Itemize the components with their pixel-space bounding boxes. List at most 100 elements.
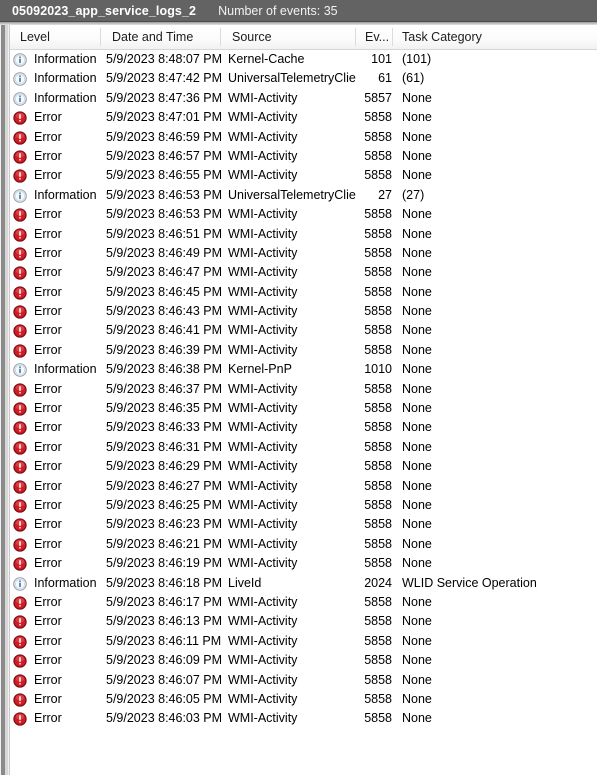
- cell-date-and-time: 5/9/2023 8:46:57 PM: [106, 148, 223, 163]
- table-row[interactable]: Error 5/9/2023 8:46:37 PM WMI-Activity 5858…: [10, 380, 597, 399]
- cell-date-and-time: 5/9/2023 8:46:47 PM: [106, 265, 223, 280]
- cell-date-and-time: 5/9/2023 8:46:55 PM: [106, 168, 223, 183]
- cell-date-and-time: 5/9/2023 8:48:07 PM: [106, 52, 223, 66]
- scrollbar-track[interactable]: [5, 25, 8, 775]
- table-row[interactable]: Error 5/9/2023 8:46:23 PM WMI-Activity 5858…: [10, 515, 597, 534]
- column-header-level[interactable]: Level: [14, 25, 106, 49]
- column-header-source[interactable]: Source: [226, 25, 354, 49]
- cell-source: WMI-Activity: [228, 420, 298, 435]
- event-count-label: Number of events: 35: [218, 3, 338, 18]
- cell-event-id: 1010: [364, 362, 392, 377]
- table-row[interactable]: Error 5/9/2023 8:46:29 PM WMI-Activity 5858…: [10, 457, 597, 476]
- cell-task-category: None: [402, 129, 432, 144]
- table-row[interactable]: Error 5/9/2023 8:46:27 PM WMI-Activity 5858…: [10, 477, 597, 496]
- cell-event-id: 5858: [364, 633, 392, 648]
- cell-date-and-time: 5/9/2023 8:46:23 PM: [106, 517, 223, 532]
- column-divider-3[interactable]: [355, 28, 356, 46]
- table-row[interactable]: Error 5/9/2023 8:46:17 PM WMI-Activity 5858…: [10, 593, 597, 612]
- cell-event-id: 5858: [364, 245, 392, 260]
- column-header-date-and-time[interactable]: Date and Time: [106, 25, 228, 49]
- table-row[interactable]: Error 5/9/2023 8:47:01 PM WMI-Activity 5858…: [10, 108, 597, 127]
- table-row[interactable]: Error 5/9/2023 8:46:43 PM WMI-Activity 5858…: [10, 302, 597, 321]
- cell-event-id: 5858: [364, 439, 392, 454]
- table-row[interactable]: Information 5/9/2023 8:47:36 PM WMI-Activi…: [10, 89, 597, 108]
- cell-date-and-time: 5/9/2023 8:46:17 PM: [106, 594, 223, 609]
- cell-task-category: None: [402, 711, 432, 726]
- cell-source: WMI-Activity: [228, 633, 298, 648]
- cell-source: UniversalTelemetryClient: [228, 71, 356, 86]
- event-viewer-log-panel: 05092023_app_service_logs_2 Number of ev…: [0, 0, 597, 775]
- table-row[interactable]: Error 5/9/2023 8:46:21 PM WMI-Activity 5858…: [10, 535, 597, 554]
- table-row[interactable]: Information 5/9/2023 8:46:18 PM LiveId 2024…: [10, 574, 597, 593]
- cell-source: WMI-Activity: [228, 129, 298, 144]
- cell-event-id: 5858: [364, 556, 392, 571]
- cell-date-and-time: 5/9/2023 8:46:39 PM: [106, 342, 223, 357]
- table-row[interactable]: Error 5/9/2023 8:46:13 PM WMI-Activity 5858…: [10, 612, 597, 631]
- log-file-name: 05092023_app_service_logs_2: [12, 3, 197, 18]
- table-row[interactable]: Error 5/9/2023 8:46:53 PM WMI-Activity 5858…: [10, 205, 597, 224]
- cell-source: WMI-Activity: [228, 168, 298, 183]
- cell-task-category: None: [402, 459, 432, 474]
- cell-date-and-time: 5/9/2023 8:46:25 PM: [106, 497, 223, 512]
- cell-source: WMI-Activity: [228, 304, 298, 319]
- table-row[interactable]: Error 5/9/2023 8:46:31 PM WMI-Activity 5858…: [10, 438, 597, 457]
- cell-event-id: 5858: [364, 148, 392, 163]
- table-row[interactable]: Error 5/9/2023 8:46:51 PM WMI-Activity 5858…: [10, 225, 597, 244]
- table-row[interactable]: Error 5/9/2023 8:46:11 PM WMI-Activity 5858…: [10, 632, 597, 651]
- table-row[interactable]: Error 5/9/2023 8:46:47 PM WMI-Activity 5858…: [10, 263, 597, 282]
- cell-date-and-time: 5/9/2023 8:46:07 PM: [106, 672, 223, 687]
- table-row[interactable]: Error 5/9/2023 8:46:39 PM WMI-Activity 5858…: [10, 341, 597, 360]
- column-header-task-category[interactable]: Task Category: [396, 25, 592, 49]
- cell-task-category: WLID Service Operation: [402, 575, 537, 590]
- table-row[interactable]: Information 5/9/2023 8:48:07 PM Kernel-Cac…: [10, 50, 597, 69]
- table-row[interactable]: Error 5/9/2023 8:46:55 PM WMI-Activity 5858…: [10, 166, 597, 185]
- table-row[interactable]: Error 5/9/2023 8:46:09 PM WMI-Activity 5858…: [10, 651, 597, 670]
- cell-event-id: 5858: [364, 614, 392, 629]
- table-row[interactable]: Error 5/9/2023 8:46:59 PM WMI-Activity 5858…: [10, 128, 597, 147]
- cell-source: WMI-Activity: [228, 439, 298, 454]
- table-row[interactable]: Error 5/9/2023 8:46:45 PM WMI-Activity 5858…: [10, 283, 597, 302]
- cell-event-id: 5858: [364, 381, 392, 396]
- cell-source: WMI-Activity: [228, 226, 298, 241]
- cell-task-category: None: [402, 362, 432, 377]
- cell-date-and-time: 5/9/2023 8:46:31 PM: [106, 439, 223, 454]
- cell-date-and-time: 5/9/2023 8:46:09 PM: [106, 653, 223, 668]
- table-row[interactable]: Error 5/9/2023 8:46:49 PM WMI-Activity 5858…: [10, 244, 597, 263]
- table-row[interactable]: Information 5/9/2023 8:46:53 PM UniversalT…: [10, 186, 597, 205]
- column-divider-2[interactable]: [220, 28, 221, 46]
- cell-event-id: 5857: [364, 90, 392, 105]
- cell-event-id: 5858: [364, 459, 392, 474]
- column-divider-4[interactable]: [392, 28, 393, 46]
- table-row[interactable]: Error 5/9/2023 8:46:25 PM WMI-Activity 5858…: [10, 496, 597, 515]
- table-row[interactable]: Error 5/9/2023 8:46:57 PM WMI-Activity 5858…: [10, 147, 597, 166]
- table-row[interactable]: Information 5/9/2023 8:47:42 PM UniversalT…: [10, 69, 597, 88]
- table-row[interactable]: Error 5/9/2023 8:46:03 PM WMI-Activity 5858…: [10, 709, 597, 728]
- cell-source: WMI-Activity: [228, 517, 298, 532]
- table-row[interactable]: Error 5/9/2023 8:46:05 PM WMI-Activity 5858…: [10, 690, 597, 709]
- table-row[interactable]: Error 5/9/2023 8:46:41 PM WMI-Activity 5858…: [10, 321, 597, 340]
- cell-level: Information: [34, 71, 97, 86]
- cell-event-id: 5858: [364, 284, 392, 299]
- table-row[interactable]: Information 5/9/2023 8:46:38 PM Kernel-PnP…: [10, 360, 597, 379]
- cell-source: WMI-Activity: [228, 614, 298, 629]
- table-row[interactable]: Error 5/9/2023 8:46:33 PM WMI-Activity 5858…: [10, 418, 597, 437]
- table-row[interactable]: Error 5/9/2023 8:46:07 PM WMI-Activity 5858…: [10, 671, 597, 690]
- table-row[interactable]: Error 5/9/2023 8:46:19 PM WMI-Activity 5858…: [10, 554, 597, 573]
- cell-task-category: None: [402, 148, 432, 163]
- log-header-bar: 05092023_app_service_logs_2 Number of ev…: [0, 0, 597, 22]
- cell-source: WMI-Activity: [228, 342, 298, 357]
- cell-event-id: 5858: [364, 207, 392, 222]
- cell-source: UniversalTelemetryClient: [228, 187, 356, 202]
- vertical-scrollbar-rail[interactable]: [0, 25, 10, 775]
- table-row[interactable]: Error 5/9/2023 8:46:35 PM WMI-Activity 5858…: [10, 399, 597, 418]
- cell-date-and-time: 5/9/2023 8:46:13 PM: [106, 614, 223, 629]
- cell-task-category: None: [402, 536, 432, 551]
- cell-event-id: 5858: [364, 672, 392, 687]
- cell-level: Error: [34, 148, 62, 163]
- cell-event-id: 5858: [364, 304, 392, 319]
- cell-task-category: None: [402, 633, 432, 648]
- cell-date-and-time: 5/9/2023 8:47:36 PM: [106, 90, 223, 105]
- cell-source: WMI-Activity: [228, 497, 298, 512]
- column-divider-1[interactable]: [100, 28, 101, 46]
- column-header-event-id[interactable]: Ev...: [359, 25, 393, 49]
